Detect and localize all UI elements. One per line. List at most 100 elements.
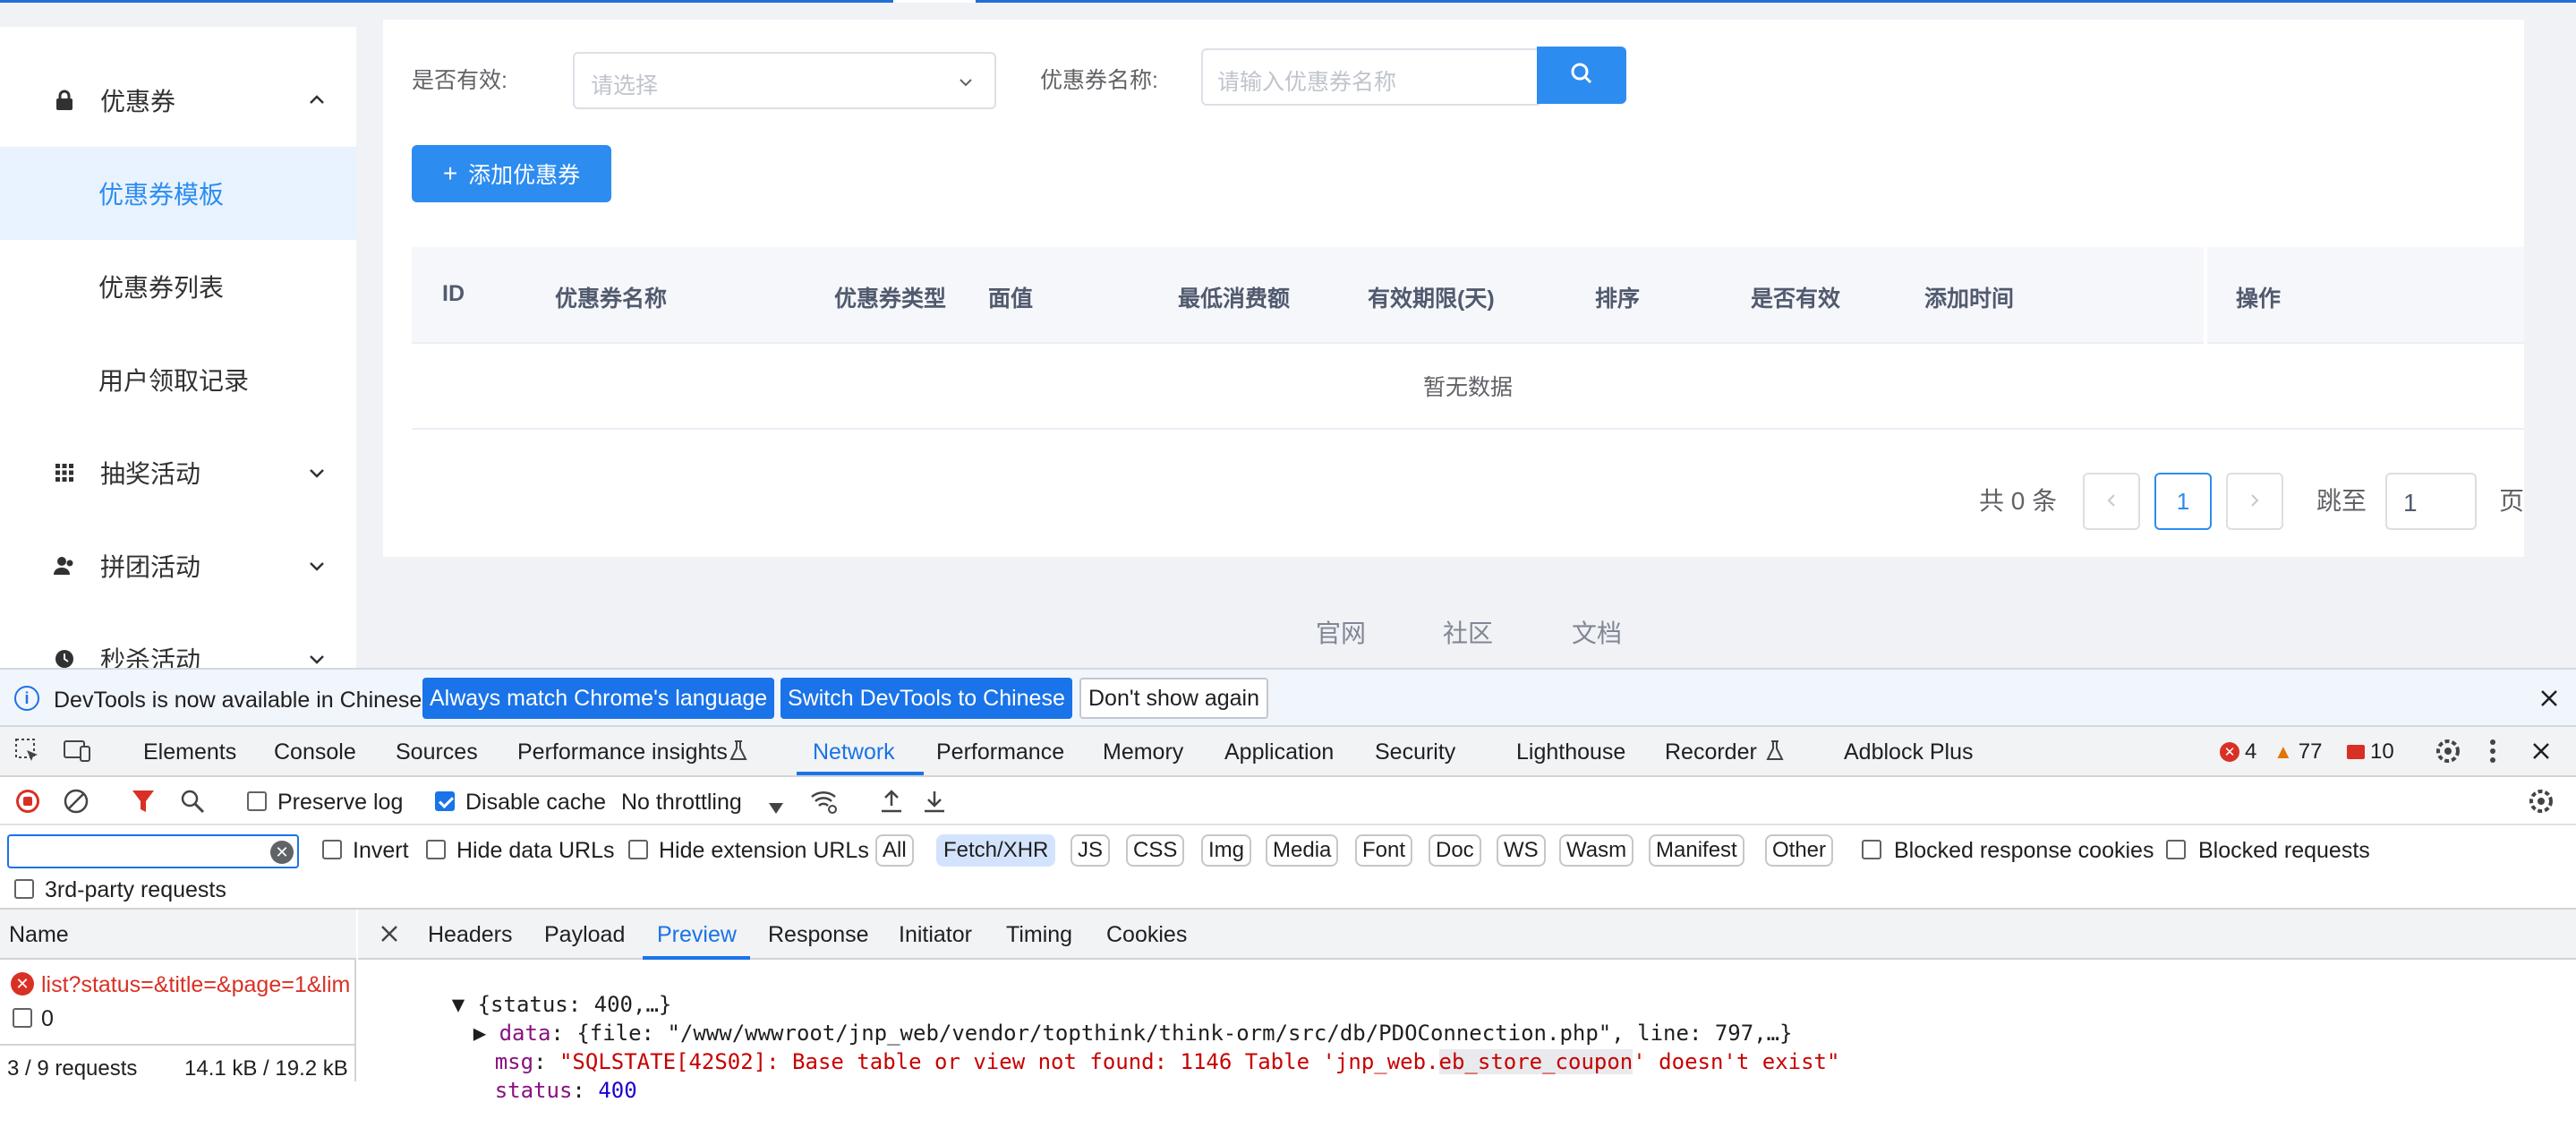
type-filter-manifest[interactable]: Manifest <box>1649 834 1744 867</box>
sidebar-item-lottery[interactable]: 抽奖活动 <box>0 426 356 519</box>
type-filter-css[interactable]: CSS <box>1126 834 1185 867</box>
warning-counter[interactable]: ▲ 77 <box>2273 739 2322 765</box>
close-devtools-icon[interactable] <box>2528 738 2555 771</box>
tab-lighthouse[interactable]: Lighthouse <box>1516 739 1625 765</box>
tab-network[interactable]: Network <box>813 739 895 765</box>
footer-link-community[interactable]: 社区 <box>1443 614 1493 650</box>
switch-to-chinese-button[interactable]: Switch DevTools to Chinese <box>780 678 1072 719</box>
type-filter-ws[interactable]: WS <box>1497 834 1546 867</box>
blocked-response-cookies-checkbox[interactable] <box>1862 840 1881 859</box>
hide-extension-urls-checkbox[interactable] <box>628 840 648 859</box>
hide-data-urls-checkbox[interactable] <box>426 840 446 859</box>
clear-icon[interactable] <box>63 788 90 821</box>
type-filter-fetch-xhr[interactable]: Fetch/XHR <box>936 834 1056 867</box>
type-filter-font[interactable]: Font <box>1355 834 1413 867</box>
valid-select[interactable]: 请选择 <box>573 52 996 109</box>
coupon-name-input[interactable]: 请输入优惠券名称 <box>1201 48 1540 106</box>
sidebar-item-group-buy[interactable]: 拼团活动 <box>0 519 356 612</box>
tab-initiator[interactable]: Initiator <box>899 922 972 948</box>
close-icon[interactable] <box>2535 684 2563 713</box>
page-1-button[interactable]: 1 <box>2154 473 2212 530</box>
tab-application[interactable]: Application <box>1224 739 1334 765</box>
wifi-settings-icon[interactable] <box>809 788 840 821</box>
tab-adblock-plus[interactable]: Adblock Plus <box>1844 739 1974 765</box>
record-stop-icon[interactable] <box>14 788 41 821</box>
throttling-select[interactable]: No throttling <box>621 790 742 816</box>
tab-performance[interactable]: Performance <box>936 739 1064 765</box>
request-name: list?status=&title=&page=1&limit=20 <box>41 972 351 997</box>
sidebar-item-coupon[interactable]: 优惠券 <box>0 54 356 147</box>
sidebar-item-label: 抽奖活动 <box>100 460 201 488</box>
blocked-requests-checkbox[interactable] <box>2166 840 2186 859</box>
sidebar-item-label: 优惠券列表 <box>98 274 225 302</box>
chevron-down-icon <box>955 72 977 93</box>
msg-value-end: ' doesn't exist" <box>1633 1049 1840 1074</box>
dont-show-again-button[interactable]: Don't show again <box>1079 678 1269 719</box>
tab-elements[interactable]: Elements <box>143 739 236 765</box>
tab-headers[interactable]: Headers <box>428 922 513 948</box>
tab-timing[interactable]: Timing <box>1006 922 1072 948</box>
tab-response[interactable]: Response <box>768 922 869 948</box>
clock-icon <box>52 646 77 668</box>
jump-page-input[interactable]: 1 <box>2385 473 2477 530</box>
preserve-log-checkbox[interactable] <box>247 791 267 811</box>
type-filter-all[interactable]: All <box>875 834 914 867</box>
type-filter-img[interactable]: Img <box>1201 834 1252 867</box>
caret-down-icon[interactable] <box>768 795 784 821</box>
tab-payload[interactable]: Payload <box>544 922 625 948</box>
name-column-header[interactable]: Name <box>0 910 356 960</box>
tab-recorder[interactable]: Recorder <box>1665 739 1757 765</box>
tab-security[interactable]: Security <box>1375 739 1455 765</box>
clear-filter-icon[interactable]: ✕ <box>270 841 294 864</box>
sidebar-item-coupon-template[interactable]: 优惠券模板 <box>0 147 356 240</box>
table-empty: 暂无数据 <box>412 344 2524 430</box>
close-detail-icon[interactable] <box>378 922 401 952</box>
name-filter-label: 优惠券名称: <box>1040 68 1158 93</box>
issues-counter[interactable]: 10 <box>2347 739 2394 765</box>
tab-sources[interactable]: Sources <box>396 739 478 765</box>
request-row[interactable]: ✕ list?status=&title=&page=1&limit=20 <box>0 965 356 1001</box>
search-icon[interactable] <box>179 788 206 821</box>
type-filter-media[interactable]: Media <box>1266 834 1339 867</box>
filter-icon[interactable] <box>131 788 156 821</box>
sidebar-item-coupon-list[interactable]: 优惠券列表 <box>0 240 356 333</box>
download-icon[interactable] <box>922 788 947 821</box>
device-toolbar-icon[interactable] <box>63 738 91 771</box>
invert-checkbox[interactable] <box>322 840 342 859</box>
row-checkbox[interactable] <box>13 1008 32 1028</box>
disable-cache-checkbox[interactable] <box>435 791 455 811</box>
tab-console[interactable]: Console <box>274 739 356 765</box>
third-party-checkbox[interactable] <box>14 879 34 899</box>
prev-page-button[interactable] <box>2083 473 2140 530</box>
footer-link-docs[interactable]: 文档 <box>1572 614 1622 650</box>
tab-cookies[interactable]: Cookies <box>1106 922 1187 948</box>
search-button[interactable] <box>1537 47 1626 104</box>
network-settings-gear-icon[interactable] <box>2526 786 2556 823</box>
hide-data-urls-label: Hide data URLs <box>456 838 615 863</box>
type-filter-wasm[interactable]: Wasm <box>1559 834 1634 867</box>
add-coupon-button[interactable]: + 添加优惠券 <box>412 145 611 202</box>
error-counter[interactable]: ✕ 4 <box>2220 739 2256 765</box>
type-filter-js[interactable]: JS <box>1070 834 1111 867</box>
request-detail-panel: Headers Payload Preview Response Initiat… <box>358 910 2576 1103</box>
preserve-log-label: Preserve log <box>277 790 404 815</box>
add-coupon-label: 添加优惠券 <box>468 163 581 188</box>
upload-icon[interactable] <box>879 788 904 821</box>
inspect-element-icon[interactable] <box>14 738 41 771</box>
filter-input[interactable]: ✕ <box>7 834 299 868</box>
row-zero-label: 0 <box>41 1006 54 1031</box>
tab-memory[interactable]: Memory <box>1103 739 1183 765</box>
sidebar-item-user-records[interactable]: 用户领取记录 <box>0 333 356 426</box>
sidebar-item-flash-sale[interactable]: 秒杀活动 <box>0 612 356 668</box>
tab-performance-insights[interactable]: Performance insights <box>517 739 728 765</box>
settings-gear-icon[interactable] <box>2433 736 2463 773</box>
always-match-language-button[interactable]: Always match Chrome's language <box>422 678 775 719</box>
request-row[interactable]: 0 <box>0 1003 356 1038</box>
next-page-button[interactable] <box>2226 473 2283 530</box>
type-filter-doc[interactable]: Doc <box>1429 834 1481 867</box>
more-options-icon[interactable] <box>2486 736 2499 773</box>
footer-link-website[interactable]: 官网 <box>1316 614 1366 650</box>
tab-preview[interactable]: Preview <box>657 922 737 948</box>
type-filter-other[interactable]: Other <box>1765 834 1834 867</box>
language-infobar: i DevTools is now available in Chinese! … <box>0 668 2576 727</box>
